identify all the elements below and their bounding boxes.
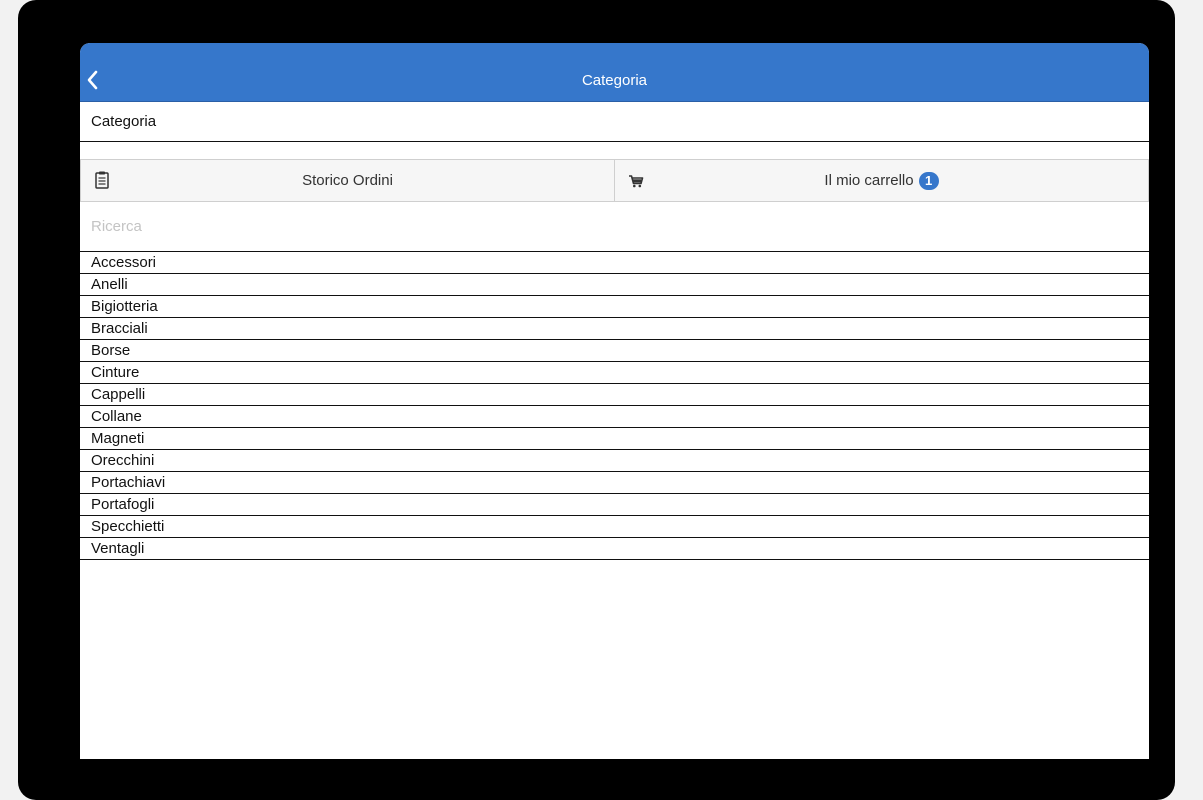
clipboard-icon: [95, 171, 109, 189]
app-screen: Categoria Categoria Storico Ordini Il mi…: [80, 43, 1149, 759]
my-cart-label: Il mio carrello: [824, 172, 914, 189]
category-item[interactable]: Bigiotteria: [80, 296, 1149, 318]
category-item[interactable]: Accessori: [80, 252, 1149, 274]
category-item[interactable]: Ventagli: [80, 538, 1149, 560]
category-item[interactable]: Collane: [80, 406, 1149, 428]
page-title: Categoria: [581, 72, 648, 89]
device-frame: Categoria Categoria Storico Ordini Il mi…: [18, 0, 1175, 800]
action-bar: Storico Ordini Il mio carrello 1: [80, 159, 1149, 202]
order-history-label: Storico Ordini: [302, 172, 393, 189]
category-item[interactable]: Specchietti: [80, 516, 1149, 538]
category-item[interactable]: Bracciali: [80, 318, 1149, 340]
category-item[interactable]: Magneti: [80, 428, 1149, 450]
category-item[interactable]: Portafogli: [80, 494, 1149, 516]
category-item[interactable]: Borse: [80, 340, 1149, 362]
category-item[interactable]: Portachiavi: [80, 472, 1149, 494]
cart-icon: [629, 175, 644, 188]
category-item[interactable]: Anelli: [80, 274, 1149, 296]
order-history-button[interactable]: Storico Ordini: [80, 160, 615, 201]
section-header: Categoria: [80, 102, 1149, 142]
search-input[interactable]: [80, 202, 1149, 251]
category-item[interactable]: Cappelli: [80, 384, 1149, 406]
my-cart-button[interactable]: Il mio carrello 1: [615, 160, 1149, 201]
category-item[interactable]: Orecchini: [80, 450, 1149, 472]
search-bar: [80, 202, 1149, 252]
category-item[interactable]: Cinture: [80, 362, 1149, 384]
navigation-bar: Categoria: [80, 43, 1149, 102]
cart-count-badge: 1: [918, 171, 939, 190]
category-list: Accessori Anelli Bigiotteria Bracciali Borse…: [80, 252, 1149, 560]
